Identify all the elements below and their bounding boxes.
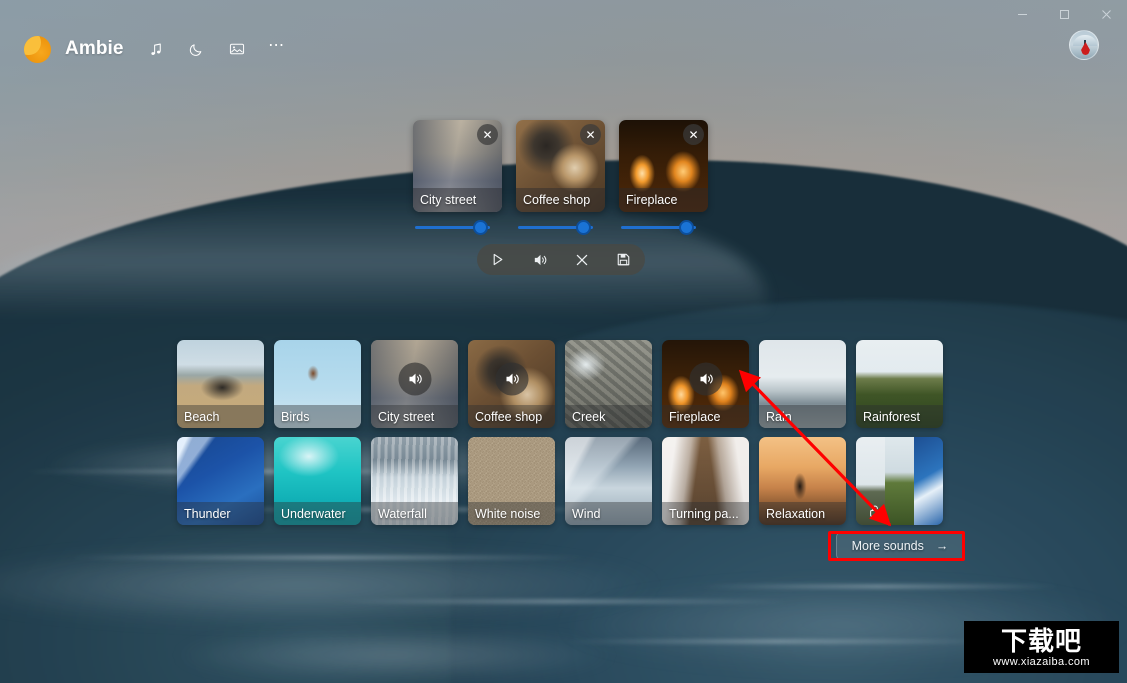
sound-label: Rain bbox=[759, 405, 846, 428]
music-note-icon[interactable] bbox=[144, 36, 170, 62]
more-options-icon[interactable]: ⋯ bbox=[264, 36, 290, 62]
watermark-url: www.xiazaiba.com bbox=[993, 655, 1090, 668]
sound-label: White noise bbox=[468, 502, 555, 525]
sound-tile-creek[interactable]: Creek bbox=[565, 340, 652, 428]
volume-slider[interactable] bbox=[619, 216, 708, 238]
arrow-right-icon: → bbox=[935, 539, 949, 553]
active-sound-name: City street bbox=[413, 188, 502, 212]
user-avatar[interactable] bbox=[1069, 30, 1099, 60]
sound-tile-locked-collection[interactable] bbox=[856, 437, 943, 525]
volume-slider[interactable] bbox=[413, 216, 502, 238]
remove-sound-icon[interactable]: ✕ bbox=[477, 124, 498, 145]
window-titlebar bbox=[0, 0, 1127, 28]
speaker-icon[interactable] bbox=[529, 249, 551, 271]
play-icon[interactable] bbox=[487, 249, 509, 271]
sound-label: Beach bbox=[177, 405, 264, 428]
active-sounds-row: City street ✕ Coffee shop ✕ Fireplace ✕ bbox=[413, 120, 708, 238]
sound-tile-relaxation[interactable]: Relaxation bbox=[759, 437, 846, 525]
active-sound-card[interactable]: Coffee shop ✕ bbox=[516, 120, 605, 212]
active-sound-item: City street ✕ bbox=[413, 120, 502, 238]
close-button[interactable] bbox=[1085, 0, 1127, 28]
playing-speaker-icon bbox=[689, 362, 722, 396]
sound-tile-waterfall[interactable]: Waterfall bbox=[371, 437, 458, 525]
ambie-sun-logo bbox=[24, 35, 51, 63]
more-sounds-label: More sounds bbox=[851, 539, 924, 553]
more-sounds-button[interactable]: More sounds → bbox=[836, 532, 964, 560]
sound-tile-thunder[interactable]: Thunder bbox=[177, 437, 264, 525]
screen-image-icon[interactable] bbox=[224, 36, 250, 62]
moon-icon[interactable] bbox=[184, 36, 210, 62]
sound-tile-wind[interactable]: Wind bbox=[565, 437, 652, 525]
active-sound-name: Coffee shop bbox=[516, 188, 605, 212]
sound-label: Underwater bbox=[274, 502, 361, 525]
sound-label: City street bbox=[371, 405, 458, 428]
close-icon[interactable] bbox=[571, 249, 593, 271]
sound-tile-fireplace[interactable]: Fireplace bbox=[662, 340, 749, 428]
active-sound-name: Fireplace bbox=[619, 188, 708, 212]
sound-label: Fireplace bbox=[662, 405, 749, 428]
maximize-button[interactable] bbox=[1043, 0, 1085, 28]
sound-label: Thunder bbox=[177, 502, 264, 525]
sound-label: Coffee shop bbox=[468, 405, 555, 428]
remove-sound-icon[interactable]: ✕ bbox=[580, 124, 601, 145]
sound-tile-turning-pages[interactable]: Turning pa... bbox=[662, 437, 749, 525]
sound-label: Rainforest bbox=[856, 405, 943, 428]
sound-label: Relaxation bbox=[759, 502, 846, 525]
watermark-title: 下载吧 bbox=[1000, 626, 1082, 657]
playing-speaker-icon bbox=[398, 362, 431, 396]
active-sounds-panel: City street ✕ Coffee shop ✕ Fireplace ✕ bbox=[413, 120, 708, 275]
active-sound-item: Coffee shop ✕ bbox=[516, 120, 605, 238]
active-sound-card[interactable]: Fireplace ✕ bbox=[619, 120, 708, 212]
sound-tile-coffee-shop[interactable]: Coffee shop bbox=[468, 340, 555, 428]
watermark: 下载吧 www.xiazaiba.com bbox=[964, 621, 1119, 673]
volume-slider[interactable] bbox=[516, 216, 605, 238]
sound-grid: Beach Birds City street Coffee shop Cree… bbox=[177, 340, 943, 525]
sound-label: Waterfall bbox=[371, 502, 458, 525]
sound-label bbox=[856, 502, 943, 525]
sound-tile-underwater[interactable]: Underwater bbox=[274, 437, 361, 525]
ambie-app-window: Ambie ⋯ City street ✕ Coffee shop ✕ Fire… bbox=[0, 0, 1127, 683]
sound-tile-city-street[interactable]: City street bbox=[371, 340, 458, 428]
sound-tile-birds[interactable]: Birds bbox=[274, 340, 361, 428]
minimize-button[interactable] bbox=[1001, 0, 1043, 28]
app-header: Ambie ⋯ bbox=[0, 28, 1127, 70]
sound-label: Wind bbox=[565, 502, 652, 525]
playing-speaker-icon bbox=[495, 362, 528, 396]
active-sound-item: Fireplace ✕ bbox=[619, 120, 708, 238]
sound-tile-beach[interactable]: Beach bbox=[177, 340, 264, 428]
app-title: Ambie bbox=[65, 38, 124, 59]
player-control-bar bbox=[476, 244, 645, 275]
save-icon[interactable] bbox=[613, 249, 635, 271]
remove-sound-icon[interactable]: ✕ bbox=[683, 124, 704, 145]
active-sound-card[interactable]: City street ✕ bbox=[413, 120, 502, 212]
sound-label: Turning pa... bbox=[662, 502, 749, 525]
sound-label: Birds bbox=[274, 405, 361, 428]
sound-tile-rain[interactable]: Rain bbox=[759, 340, 846, 428]
sound-tile-white-noise[interactable]: White noise bbox=[468, 437, 555, 525]
sound-label: Creek bbox=[565, 405, 652, 428]
sound-tile-rainforest[interactable]: Rainforest bbox=[856, 340, 943, 428]
